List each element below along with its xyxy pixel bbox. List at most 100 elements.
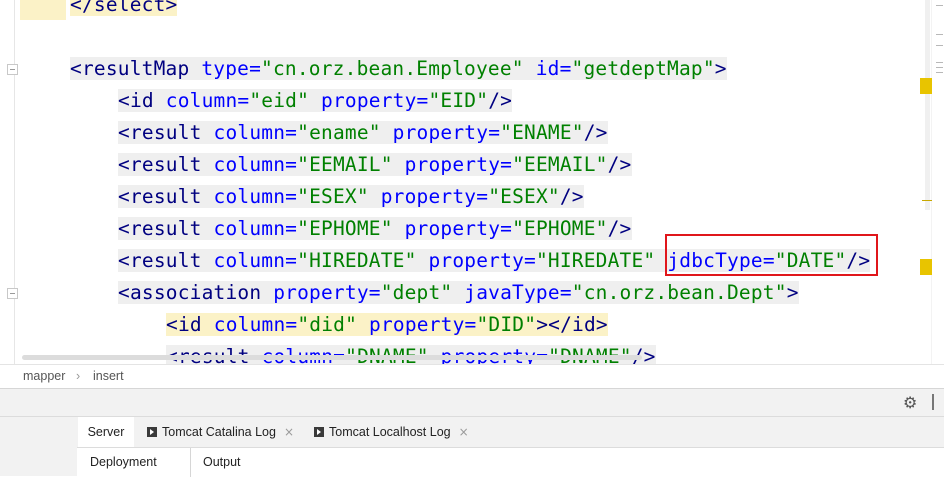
xml-tag-token: <resultMap <box>70 57 202 80</box>
close-icon[interactable]: × <box>284 425 294 439</box>
xml-attr-token: property= <box>273 281 381 304</box>
warning-marker[interactable] <box>920 78 932 94</box>
breadcrumb: mapper › insert <box>0 364 944 389</box>
breadcrumb-separator: › <box>76 369 81 383</box>
xml-attr-token: column= <box>213 313 298 336</box>
scrollbar-track <box>931 0 932 364</box>
xml-value-token: "dept" <box>380 281 453 304</box>
xml-attr-token: column= <box>165 89 250 112</box>
xml-attr-token: column= <box>213 153 298 176</box>
xml-attr-token: type= <box>201 57 262 80</box>
subtab-deployment[interactable]: Deployment <box>90 448 157 477</box>
server-subtabs: Deployment Output <box>77 447 944 477</box>
xml-tag-token: /> <box>607 217 632 240</box>
tool-window-toolbar: ⚙ <box>0 389 944 415</box>
xml-value-token: "ESEX" <box>297 185 369 208</box>
grip-line <box>936 67 943 68</box>
xml-value-token: "EEMAIL" <box>512 153 608 176</box>
code-line[interactable]: </select> <box>70 0 178 20</box>
console-icon <box>314 426 324 437</box>
xml-attr-token: property= <box>380 185 489 208</box>
close-icon[interactable]: × <box>459 425 469 439</box>
xml-tag-token: <id <box>118 89 166 112</box>
code-line-content: <result column="EEMAIL" property="EEMAIL… <box>118 153 632 176</box>
code-line[interactable]: <id column="did" property="DID"></id> <box>166 310 608 340</box>
code-line[interactable]: <association property="dept" javaType="c… <box>118 278 799 308</box>
xml-tag-token: <association <box>118 281 274 304</box>
xml-attr-token: property= <box>369 313 477 336</box>
code-line-content: <association property="dept" javaType="c… <box>118 281 799 304</box>
more-options-icon[interactable] <box>932 394 936 410</box>
code-line[interactable]: <id column="eid" property="EID"/> <box>118 86 513 116</box>
code-line[interactable]: <result column="ESEX" property="ESEX"/> <box>118 182 584 212</box>
breadcrumb-item-insert[interactable]: insert <box>93 369 124 383</box>
xml-value-token: "ENAME" <box>500 121 584 144</box>
xml-attr-token: property= <box>321 89 429 112</box>
xml-tag-token: <result <box>118 153 214 176</box>
warning-marker[interactable] <box>920 259 932 275</box>
xml-value-token: "HIREDATE" <box>535 249 656 272</box>
xml-tag-token: <result <box>118 185 214 208</box>
subtab-divider <box>190 448 191 477</box>
xml-tag-token: > <box>786 281 799 304</box>
breadcrumb-item-mapper[interactable]: mapper <box>23 369 65 383</box>
xml-attr-token: property= <box>392 121 501 144</box>
xml-tag-token: <id <box>166 313 214 336</box>
tool-window-tabs: Server Tomcat Catalina Log × Tomcat Local… <box>0 416 944 447</box>
subtab-output[interactable]: Output <box>203 448 241 477</box>
xml-value-token: "DID" <box>476 313 537 336</box>
grip-line <box>936 5 943 6</box>
code-line-content: <id column="eid" property="EID"/> <box>118 89 513 112</box>
grip-line <box>936 62 943 63</box>
xml-value-token: "getdeptMap" <box>571 57 715 80</box>
code-line[interactable]: <result column="DNAME" property="DNAME"/… <box>166 342 656 364</box>
gear-icon[interactable]: ⚙ <box>903 393 917 412</box>
tab-tomcat-catalina-log[interactable]: Tomcat Catalina Log × <box>147 417 294 447</box>
code-line-content: </select> <box>70 0 178 16</box>
tab-server[interactable]: Server <box>78 417 134 447</box>
xml-value-token: "ename" <box>297 121 381 144</box>
console-icon <box>147 426 157 437</box>
fold-marker-resultmap[interactable] <box>7 64 18 75</box>
code-line-content: <result column="ename" property="ENAME"/… <box>118 121 608 144</box>
code-line-content: <result column="EPHOME" property="EPHOME… <box>118 217 632 240</box>
tab-label: Server <box>87 425 125 439</box>
xml-value-token: "ESEX" <box>488 185 560 208</box>
code-line[interactable]: <result column="EEMAIL" property="EEMAIL… <box>118 150 632 180</box>
code-editor[interactable]: </select> <resultMap type="cn.orz.bean.Em… <box>0 0 944 364</box>
caret-line-highlight <box>20 0 66 20</box>
grip-line <box>936 45 943 46</box>
vertical-scrollbar[interactable] <box>925 0 930 210</box>
horizontal-scrollbar[interactable] <box>22 355 642 360</box>
xml-attr-token: column= <box>213 121 298 144</box>
services-tool-window: ⚙ Server Tomcat Catalina Log × Tomcat Loc… <box>0 388 944 477</box>
xml-attr-token: column= <box>213 185 298 208</box>
xml-value-token: "EPHOME" <box>512 217 608 240</box>
xml-value-token: "did" <box>297 313 358 336</box>
xml-tag-token: ></id> <box>536 313 608 336</box>
xml-attr-token: column= <box>213 217 298 240</box>
tab-label: Tomcat Catalina Log <box>162 425 276 439</box>
code-line[interactable]: <resultMap type="cn.orz.bean.Employee" i… <box>70 54 727 84</box>
xml-value-token: "eid" <box>249 89 310 112</box>
editor-gutter <box>14 0 15 364</box>
code-line-content: <id column="did" property="DID"></id> <box>166 313 608 336</box>
tab-tomcat-localhost-log[interactable]: Tomcat Localhost Log × <box>314 417 469 447</box>
code-line[interactable]: <result column="ename" property="ENAME"/… <box>118 118 608 148</box>
xml-tag-token: /> <box>488 89 513 112</box>
xml-value-token: "cn.orz.bean.Employee" <box>261 57 524 80</box>
code-line[interactable]: <result column="EPHOME" property="EPHOME… <box>118 214 632 244</box>
xml-attr-token: property= <box>404 153 513 176</box>
jdbctype-highlight-box <box>665 234 878 276</box>
xml-tag-token: /> <box>607 153 632 176</box>
xml-value-token: "EID" <box>428 89 489 112</box>
fold-marker-association[interactable] <box>7 288 18 299</box>
xml-tag-token: </select> <box>70 0 178 16</box>
